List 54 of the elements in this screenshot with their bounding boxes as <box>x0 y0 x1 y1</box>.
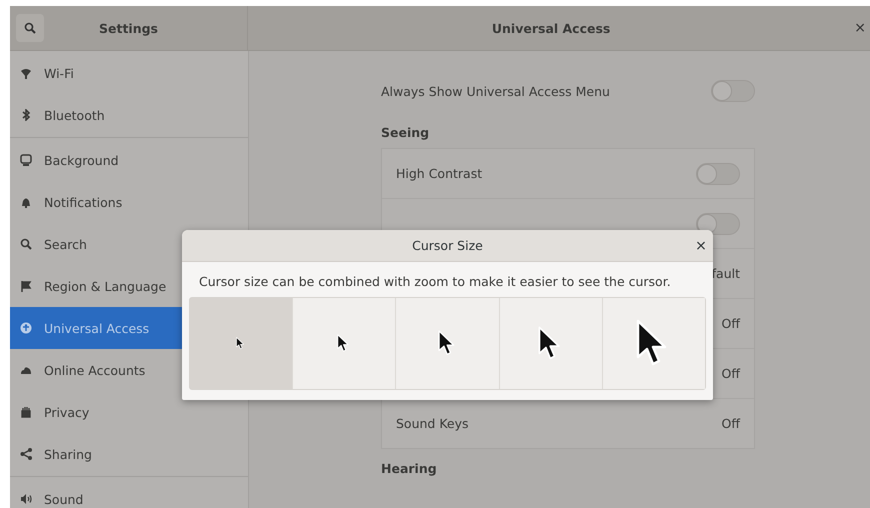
setting-label: Sound Keys <box>396 416 469 431</box>
monitor-icon <box>20 154 32 166</box>
sidebar-item-label: Online Accounts <box>44 362 146 378</box>
wifi-icon <box>20 67 32 79</box>
setting-value: Off <box>722 316 740 331</box>
cursor-arrow-icon <box>438 330 458 357</box>
sidebar-item-label: Background <box>44 152 119 168</box>
cursor-size-option[interactable] <box>602 298 706 389</box>
sidebar-item[interactable]: Online Accounts <box>10 349 248 391</box>
bell-icon <box>20 196 32 208</box>
sidebar-item[interactable]: Wi-Fi <box>10 52 248 94</box>
share-icon <box>20 448 32 460</box>
speaker-icon <box>20 493 32 505</box>
cursor-arrow-icon <box>236 337 246 350</box>
sidebar-item[interactable]: Sound <box>10 478 248 508</box>
section-heading: Seeing <box>381 125 430 140</box>
sidebar-item-label: Region & Language <box>44 278 166 294</box>
sidebar-item-label: Privacy <box>44 404 90 420</box>
dialog-title: Cursor Size <box>411 238 484 253</box>
cursor-arrow-icon <box>337 334 352 353</box>
sidebar-item[interactable]: Search <box>10 223 248 265</box>
toggle-switch[interactable] <box>711 80 755 102</box>
sidebar-item-label: Search <box>44 236 87 252</box>
sidebar-item-label: Sharing <box>44 446 92 462</box>
toggle-switch[interactable] <box>696 162 740 184</box>
close-button[interactable]: × <box>689 238 713 254</box>
sidebar-item[interactable]: Sharing <box>10 433 248 475</box>
section-heading: Hearing <box>381 461 438 476</box>
sidebar-item[interactable]: Background <box>10 139 248 181</box>
setting-value: Off <box>722 366 740 381</box>
sidebar-item-label: Bluetooth <box>44 108 105 122</box>
sidebar-item[interactable]: Privacy <box>10 391 248 433</box>
search-icon <box>20 238 32 250</box>
hand-icon <box>20 406 32 418</box>
setting-label: Always Show Universal Access Menu <box>381 84 610 98</box>
sidebar-item-label: Wi-Fi <box>44 66 74 80</box>
close-button[interactable]: × <box>854 20 870 36</box>
accessibility-icon <box>20 322 32 334</box>
sidebar-item-label: Notifications <box>44 194 122 210</box>
sidebar-item-label: Universal Access <box>44 320 150 336</box>
sidebar-title: Settings <box>98 20 159 36</box>
setting-value: fault <box>712 266 740 281</box>
toggle-switch[interactable] <box>696 212 740 234</box>
sidebar-item[interactable]: Notifications <box>10 181 248 223</box>
bluetooth-icon <box>20 109 32 121</box>
search-icon <box>24 22 36 34</box>
window-title: Universal Access <box>490 20 612 36</box>
flag-icon <box>20 280 32 292</box>
search-button[interactable] <box>16 14 44 42</box>
dialog-description: Cursor size can be combined with zoom to make it easier to see the cursor. <box>198 273 672 291</box>
setting-value: Off <box>722 416 740 431</box>
sidebar-item-label: Sound <box>44 492 84 506</box>
setting-label: High Contrast <box>396 166 482 181</box>
sidebar-item[interactable]: Bluetooth <box>10 94 248 136</box>
